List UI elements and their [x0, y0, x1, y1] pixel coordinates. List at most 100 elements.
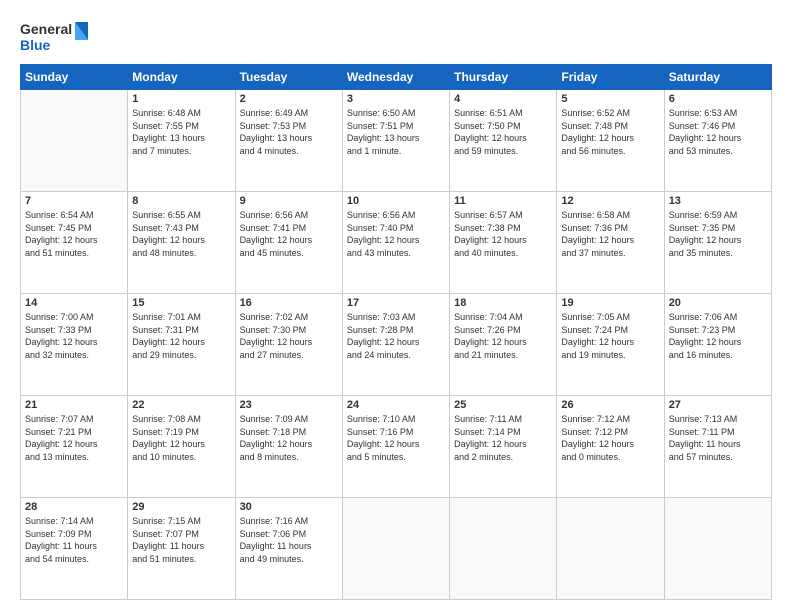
weekday-header-sunday: Sunday [21, 65, 128, 90]
calendar-cell: 16 Sunrise: 7:02 AM Sunset: 7:30 PM Dayli… [235, 294, 342, 396]
calendar-cell: 19 Sunrise: 7:05 AM Sunset: 7:24 PM Dayli… [557, 294, 664, 396]
calendar-table: SundayMondayTuesdayWednesdayThursdayFrid… [20, 64, 772, 600]
logo-svg: GeneralBlue [20, 18, 90, 54]
day-info: Sunrise: 6:59 AM Sunset: 7:35 PM Dayligh… [669, 209, 767, 259]
day-info: Sunrise: 6:52 AM Sunset: 7:48 PM Dayligh… [561, 107, 659, 157]
day-number: 26 [561, 399, 659, 411]
day-number: 12 [561, 195, 659, 207]
weekday-header-row: SundayMondayTuesdayWednesdayThursdayFrid… [21, 65, 772, 90]
day-number: 9 [240, 195, 338, 207]
day-info: Sunrise: 7:07 AM Sunset: 7:21 PM Dayligh… [25, 413, 123, 463]
day-info: Sunrise: 6:49 AM Sunset: 7:53 PM Dayligh… [240, 107, 338, 157]
day-info: Sunrise: 7:08 AM Sunset: 7:19 PM Dayligh… [132, 413, 230, 463]
day-number: 20 [669, 297, 767, 309]
day-number: 6 [669, 93, 767, 105]
calendar-cell: 18 Sunrise: 7:04 AM Sunset: 7:26 PM Dayli… [450, 294, 557, 396]
calendar-cell: 25Sunrise: 7:11 AM Sunset: 7:14 PM Dayli… [450, 396, 557, 498]
day-number: 10 [347, 195, 445, 207]
day-info: Sunrise: 6:56 AM Sunset: 7:40 PM Dayligh… [347, 209, 445, 259]
calendar-cell: 22 Sunrise: 7:08 AM Sunset: 7:19 PM Dayli… [128, 396, 235, 498]
calendar-week-2: 7Sunrise: 6:54 AM Sunset: 7:45 PM Daylig… [21, 192, 772, 294]
day-number: 13 [669, 195, 767, 207]
calendar-cell: 30 Sunrise: 7:16 AM Sunset: 7:06 PM Dayli… [235, 498, 342, 600]
day-number: 27 [669, 399, 767, 411]
calendar-cell: 29 Sunrise: 7:15 AM Sunset: 7:07 PM Dayli… [128, 498, 235, 600]
calendar-cell: 7Sunrise: 6:54 AM Sunset: 7:45 PM Daylig… [21, 192, 128, 294]
day-info: Sunrise: 7:13 AM Sunset: 7:11 PM Dayligh… [669, 413, 767, 463]
day-number: 22 [132, 399, 230, 411]
day-number: 30 [240, 501, 338, 513]
day-info: Sunrise: 7:02 AM Sunset: 7:30 PM Dayligh… [240, 311, 338, 361]
weekday-header-saturday: Saturday [664, 65, 771, 90]
day-number: 28 [25, 501, 123, 513]
calendar-cell [664, 498, 771, 600]
day-info: Sunrise: 7:00 AM Sunset: 7:33 PM Dayligh… [25, 311, 123, 361]
calendar-cell [21, 90, 128, 192]
calendar-cell: 12 Sunrise: 6:58 AM Sunset: 7:36 PM Dayli… [557, 192, 664, 294]
calendar-cell: 15Sunrise: 7:01 AM Sunset: 7:31 PM Dayli… [128, 294, 235, 396]
day-info: Sunrise: 7:14 AM Sunset: 7:09 PM Dayligh… [25, 515, 123, 565]
calendar-cell: 10 Sunrise: 6:56 AM Sunset: 7:40 PM Dayli… [342, 192, 449, 294]
calendar-week-5: 28 Sunrise: 7:14 AM Sunset: 7:09 PM Dayli… [21, 498, 772, 600]
calendar-cell [342, 498, 449, 600]
calendar-week-1: 1 Sunrise: 6:48 AM Sunset: 7:55 PM Daylig… [21, 90, 772, 192]
calendar-cell: 26Sunrise: 7:12 AM Sunset: 7:12 PM Dayli… [557, 396, 664, 498]
day-number: 7 [25, 195, 123, 207]
day-number: 16 [240, 297, 338, 309]
day-number: 14 [25, 297, 123, 309]
calendar-cell [450, 498, 557, 600]
calendar-cell: 24 Sunrise: 7:10 AM Sunset: 7:16 PM Dayli… [342, 396, 449, 498]
day-info: Sunrise: 6:58 AM Sunset: 7:36 PM Dayligh… [561, 209, 659, 259]
day-number: 17 [347, 297, 445, 309]
day-number: 21 [25, 399, 123, 411]
day-number: 29 [132, 501, 230, 513]
calendar-cell: 4 Sunrise: 6:51 AM Sunset: 7:50 PM Daylig… [450, 90, 557, 192]
calendar-cell: 3 Sunrise: 6:50 AM Sunset: 7:51 PM Daylig… [342, 90, 449, 192]
day-info: Sunrise: 7:04 AM Sunset: 7:26 PM Dayligh… [454, 311, 552, 361]
calendar-cell: 27 Sunrise: 7:13 AM Sunset: 7:11 PM Dayli… [664, 396, 771, 498]
day-number: 24 [347, 399, 445, 411]
page: GeneralBlue SundayMondayTuesdayWednesday… [0, 0, 792, 612]
day-info: Sunrise: 6:55 AM Sunset: 7:43 PM Dayligh… [132, 209, 230, 259]
calendar-cell: 17 Sunrise: 7:03 AM Sunset: 7:28 PM Dayli… [342, 294, 449, 396]
weekday-header-thursday: Thursday [450, 65, 557, 90]
weekday-header-monday: Monday [128, 65, 235, 90]
day-info: Sunrise: 7:03 AM Sunset: 7:28 PM Dayligh… [347, 311, 445, 361]
day-number: 1 [132, 93, 230, 105]
day-info: Sunrise: 7:15 AM Sunset: 7:07 PM Dayligh… [132, 515, 230, 565]
header: GeneralBlue [20, 18, 772, 54]
day-info: Sunrise: 7:09 AM Sunset: 7:18 PM Dayligh… [240, 413, 338, 463]
calendar-cell: 21 Sunrise: 7:07 AM Sunset: 7:21 PM Dayli… [21, 396, 128, 498]
day-info: Sunrise: 6:51 AM Sunset: 7:50 PM Dayligh… [454, 107, 552, 157]
day-info: Sunrise: 6:53 AM Sunset: 7:46 PM Dayligh… [669, 107, 767, 157]
day-number: 18 [454, 297, 552, 309]
day-info: Sunrise: 7:10 AM Sunset: 7:16 PM Dayligh… [347, 413, 445, 463]
day-number: 4 [454, 93, 552, 105]
day-number: 23 [240, 399, 338, 411]
day-info: Sunrise: 7:06 AM Sunset: 7:23 PM Dayligh… [669, 311, 767, 361]
calendar-week-4: 21 Sunrise: 7:07 AM Sunset: 7:21 PM Dayli… [21, 396, 772, 498]
calendar-cell: 14 Sunrise: 7:00 AM Sunset: 7:33 PM Dayli… [21, 294, 128, 396]
calendar-cell: 5 Sunrise: 6:52 AM Sunset: 7:48 PM Daylig… [557, 90, 664, 192]
calendar-cell: 13 Sunrise: 6:59 AM Sunset: 7:35 PM Dayli… [664, 192, 771, 294]
day-number: 3 [347, 93, 445, 105]
svg-text:Blue: Blue [20, 37, 51, 53]
day-number: 25 [454, 399, 552, 411]
day-number: 5 [561, 93, 659, 105]
weekday-header-wednesday: Wednesday [342, 65, 449, 90]
calendar-cell: 20 Sunrise: 7:06 AM Sunset: 7:23 PM Dayli… [664, 294, 771, 396]
day-number: 15 [132, 297, 230, 309]
day-info: Sunrise: 6:48 AM Sunset: 7:55 PM Dayligh… [132, 107, 230, 157]
calendar-cell: 9Sunrise: 6:56 AM Sunset: 7:41 PM Daylig… [235, 192, 342, 294]
day-info: Sunrise: 7:16 AM Sunset: 7:06 PM Dayligh… [240, 515, 338, 565]
calendar-cell: 11Sunrise: 6:57 AM Sunset: 7:38 PM Dayli… [450, 192, 557, 294]
calendar-cell: 23 Sunrise: 7:09 AM Sunset: 7:18 PM Dayli… [235, 396, 342, 498]
calendar-cell: 2Sunrise: 6:49 AM Sunset: 7:53 PM Daylig… [235, 90, 342, 192]
calendar-cell: 8Sunrise: 6:55 AM Sunset: 7:43 PM Daylig… [128, 192, 235, 294]
weekday-header-friday: Friday [557, 65, 664, 90]
day-info: Sunrise: 7:05 AM Sunset: 7:24 PM Dayligh… [561, 311, 659, 361]
svg-text:General: General [20, 21, 72, 37]
day-number: 19 [561, 297, 659, 309]
day-info: Sunrise: 6:50 AM Sunset: 7:51 PM Dayligh… [347, 107, 445, 157]
calendar-week-3: 14 Sunrise: 7:00 AM Sunset: 7:33 PM Dayli… [21, 294, 772, 396]
